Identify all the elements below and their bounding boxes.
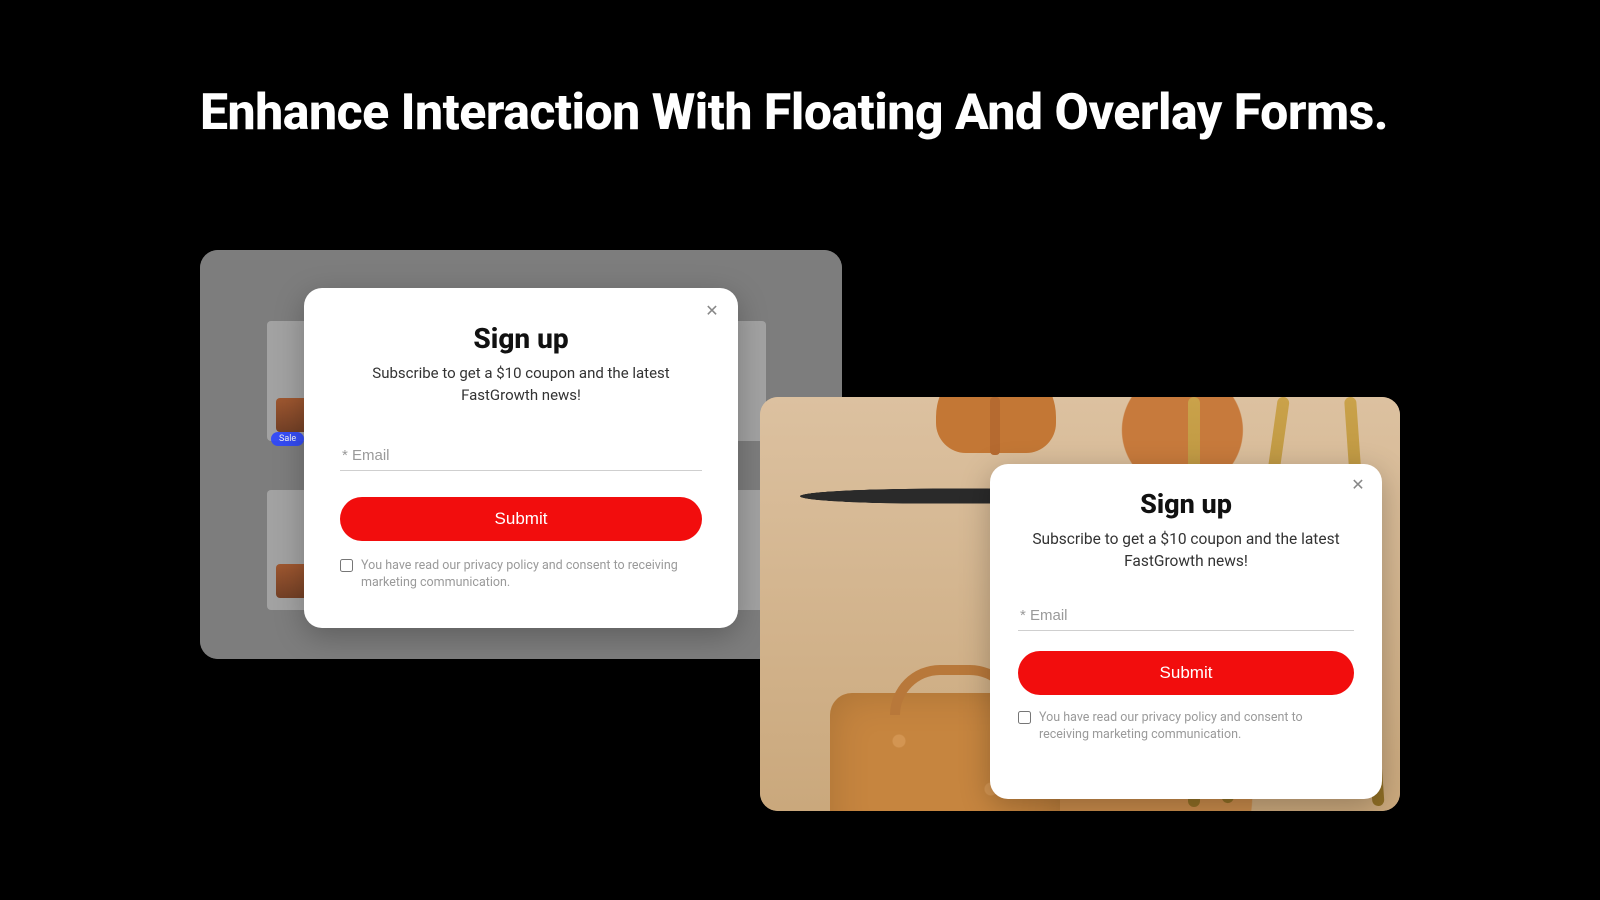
close-icon[interactable]: ✕ — [1348, 476, 1368, 496]
floating-example-panel: ✕ Sign up Subscribe to get a $10 coupon … — [760, 397, 1400, 811]
submit-button[interactable]: Submit — [1018, 651, 1354, 695]
consent-checkbox[interactable] — [340, 559, 353, 572]
overlay-example-panel: Sale ✕ Sign up Subscribe to get a $10 co… — [200, 250, 842, 659]
consent-row[interactable]: You have read our privacy policy and con… — [340, 557, 702, 592]
modal-title: Sign up — [1018, 488, 1354, 520]
consent-row[interactable]: You have read our privacy policy and con… — [1018, 709, 1354, 744]
modal-subtitle: Subscribe to get a $10 coupon and the la… — [1018, 528, 1354, 573]
consent-checkbox[interactable] — [1018, 711, 1031, 724]
lamp-icon — [990, 397, 1000, 455]
page-headline: Enhance Interaction With Floating And Ov… — [200, 82, 1388, 145]
close-icon[interactable]: ✕ — [702, 302, 722, 322]
consent-text: You have read our privacy policy and con… — [361, 557, 702, 592]
email-field[interactable] — [340, 441, 702, 471]
sale-badge: Sale — [271, 432, 304, 446]
consent-text: You have read our privacy policy and con… — [1039, 709, 1354, 744]
modal-subtitle: Subscribe to get a $10 coupon and the la… — [340, 363, 702, 407]
email-field[interactable] — [1018, 601, 1354, 631]
signup-modal-overlay: ✕ Sign up Subscribe to get a $10 coupon … — [304, 288, 738, 628]
signup-modal-floating: ✕ Sign up Subscribe to get a $10 coupon … — [990, 464, 1382, 799]
modal-title: Sign up — [340, 322, 702, 355]
submit-button[interactable]: Submit — [340, 497, 702, 541]
